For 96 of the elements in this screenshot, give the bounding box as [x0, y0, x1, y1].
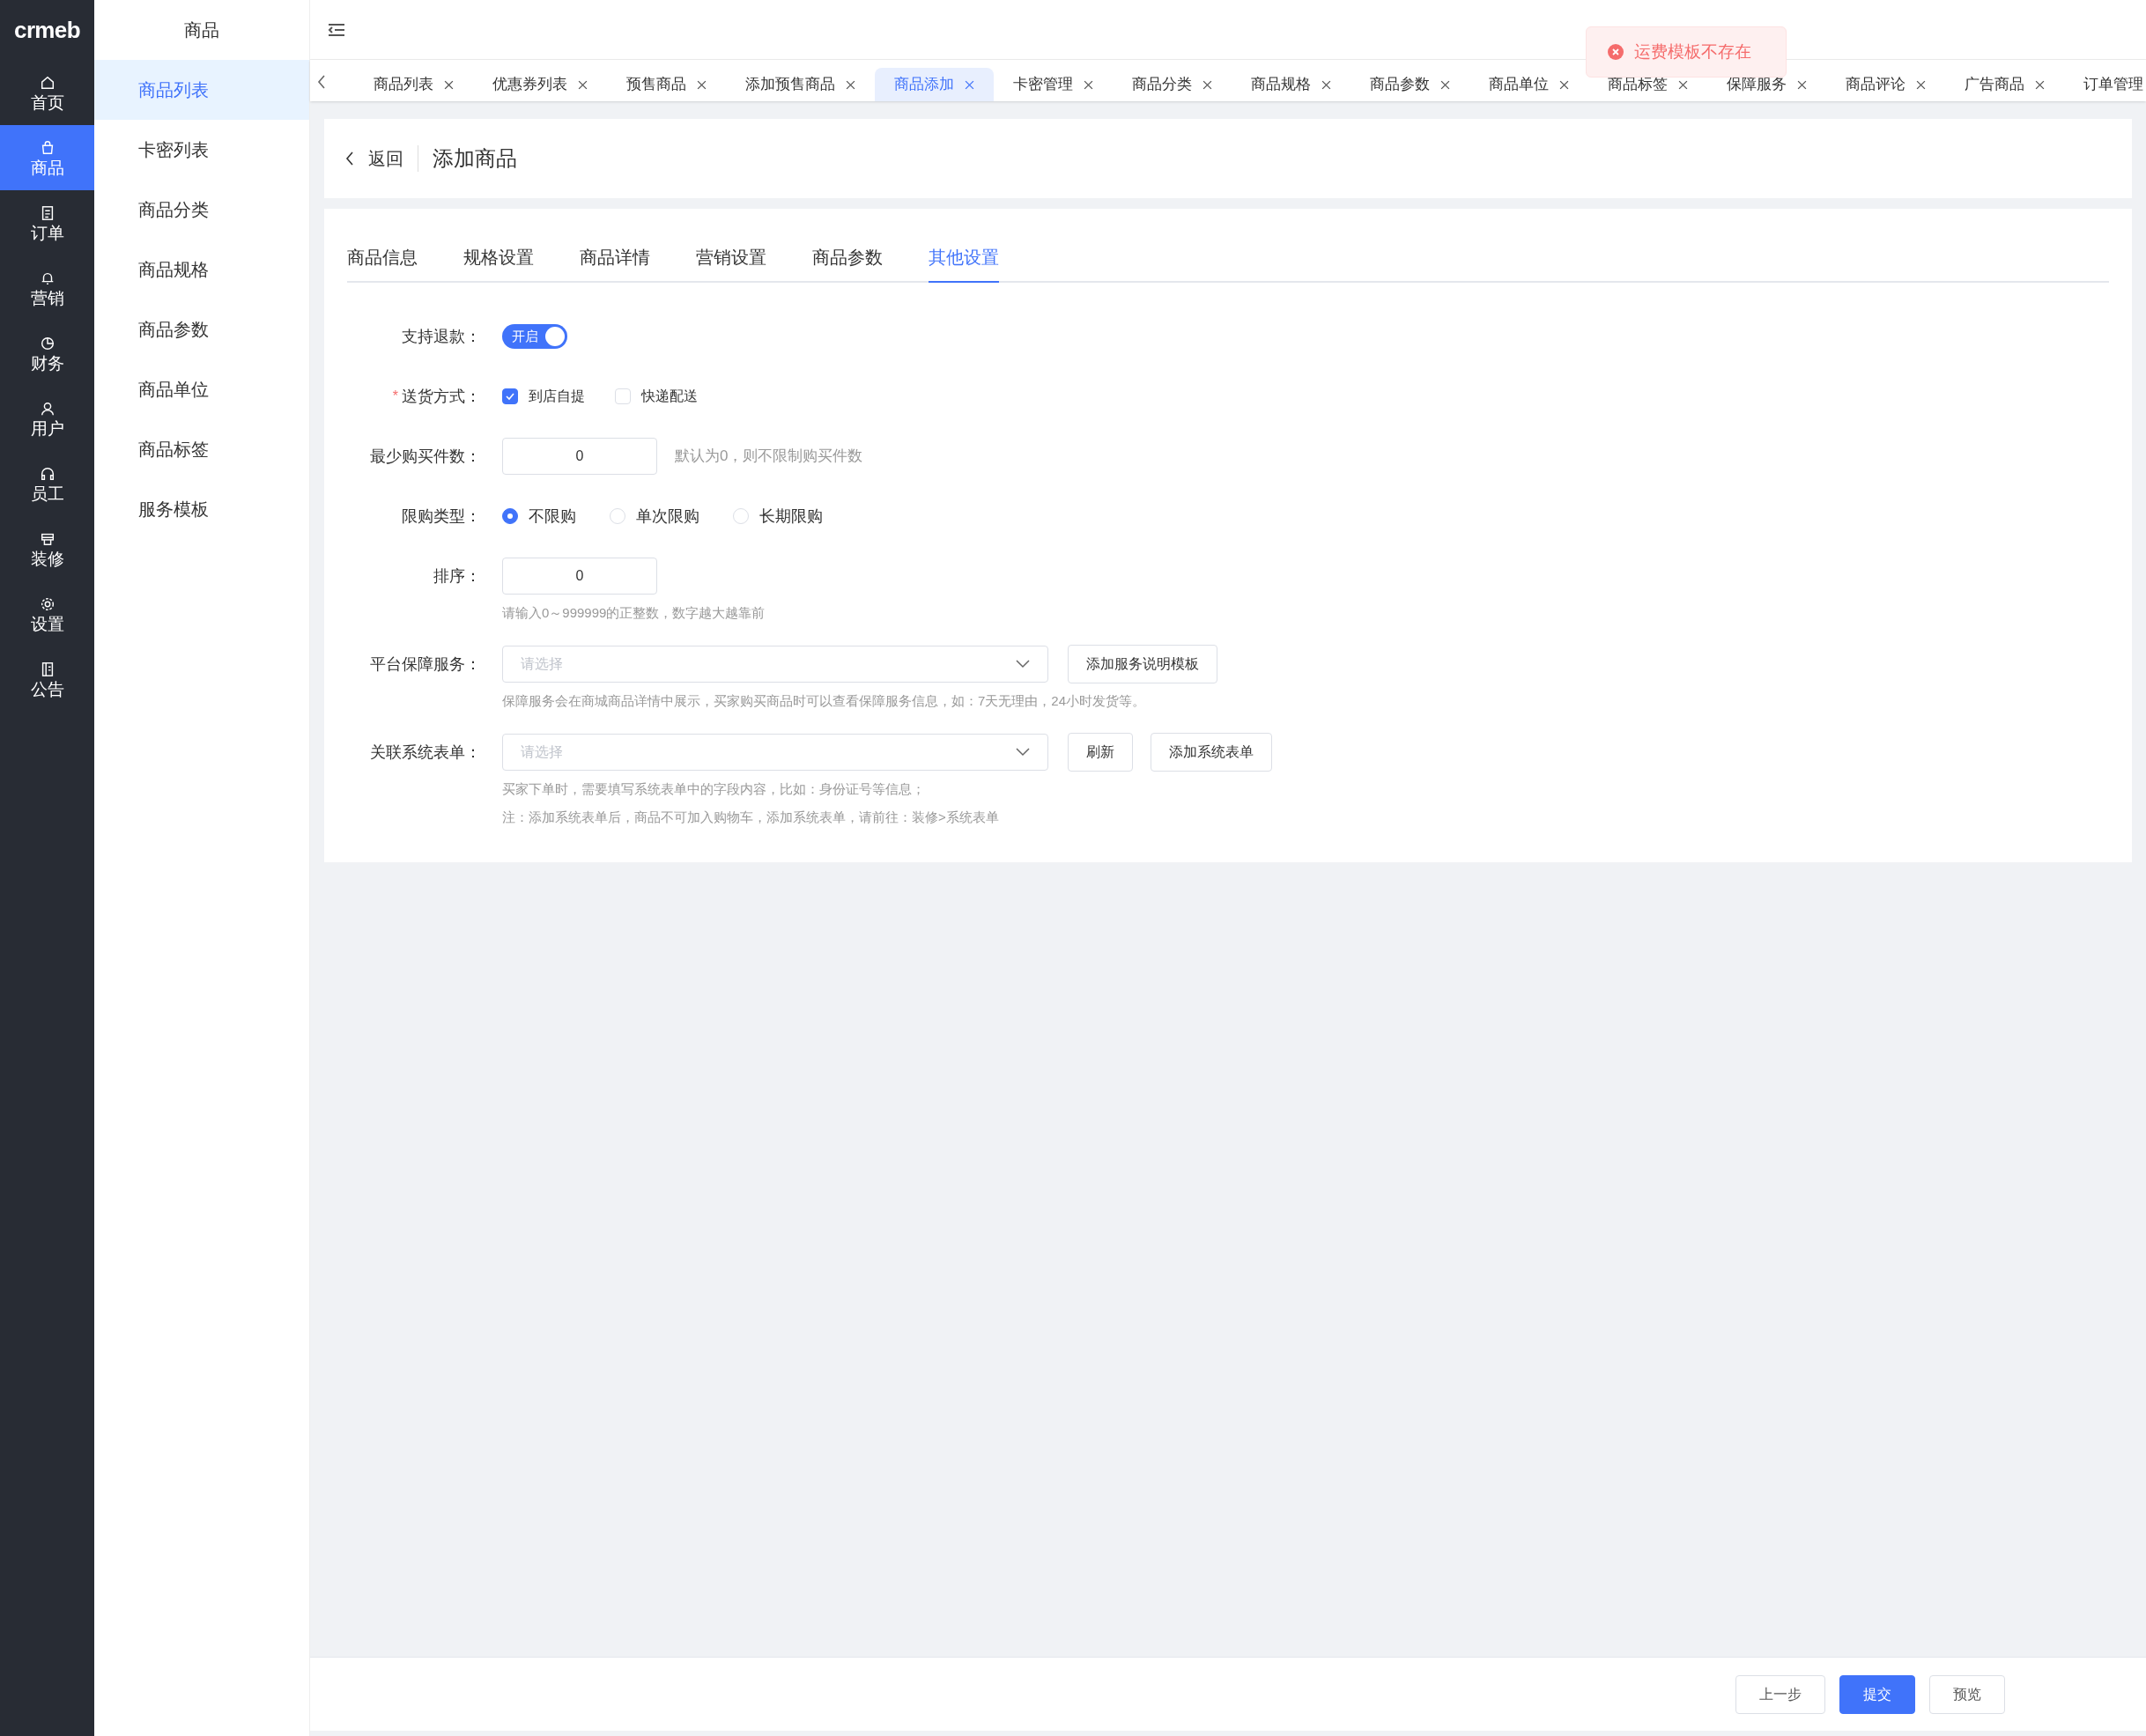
page-tab[interactable]: 广告商品: [1945, 68, 2064, 101]
radio-label: 不限购: [529, 506, 576, 527]
number-field[interactable]: 0: [502, 558, 657, 595]
submenu-item[interactable]: 商品分类: [94, 180, 309, 240]
headset-icon: [39, 465, 56, 482]
close-icon[interactable]: [578, 79, 588, 90]
back-link[interactable]: 返回: [368, 145, 418, 172]
form-button[interactable]: 添加系统表单: [1151, 733, 1272, 772]
page-tab[interactable]: 商品评论: [1826, 68, 1945, 101]
radio-button[interactable]: [502, 508, 518, 524]
user-icon: [39, 400, 56, 417]
required-mark: *: [392, 388, 398, 405]
home-icon: [39, 74, 56, 91]
checkmark-icon: [505, 391, 515, 402]
field-hint: 保障服务会在商城商品详情中展示，买家购买商品时可以查看保障服务信息，如：7天无理由，24小时发货等。: [502, 692, 1147, 710]
submenu-item[interactable]: 服务模板: [94, 479, 309, 539]
close-icon[interactable]: [697, 79, 707, 90]
checkbox-label: 快递配送: [641, 388, 698, 405]
page-tab[interactable]: 卡密管理: [994, 68, 1113, 101]
radio-label: 长期限购: [759, 506, 823, 527]
submenu-item[interactable]: 商品单位: [94, 359, 309, 419]
footer-button[interactable]: 预览: [1929, 1674, 2005, 1714]
pie-chart-icon: [39, 335, 56, 351]
page-tab[interactable]: 预售商品: [607, 68, 726, 101]
field-hint: 请输入0～999999的正整数，数字越大越靠前: [502, 604, 766, 622]
close-icon[interactable]: [1440, 79, 1450, 90]
gear-icon: [39, 595, 56, 612]
page-tab[interactable]: 添加预售商品: [726, 68, 875, 101]
page-tab[interactable]: 商品规格: [1232, 68, 1350, 101]
page-tab[interactable]: 订单管理: [2064, 68, 2146, 101]
nav-item[interactable]: 商品: [0, 125, 94, 190]
error-icon: [1608, 44, 1624, 60]
submenu-item[interactable]: 商品参数: [94, 299, 309, 359]
form-button[interactable]: 刷新: [1068, 733, 1133, 772]
checkbox-label: 到店自提: [529, 388, 585, 405]
form-button[interactable]: 添加服务说明模板: [1068, 645, 1217, 683]
page-tab[interactable]: 商品单位: [1469, 68, 1588, 101]
nav-item[interactable]: 装修: [0, 516, 94, 581]
close-icon[interactable]: [965, 79, 974, 90]
footer-button[interactable]: 提交: [1839, 1674, 1915, 1714]
close-icon[interactable]: [2035, 79, 2045, 90]
error-toast: 运费模板不存在: [1586, 26, 1787, 78]
form-tab[interactable]: 商品详情: [580, 244, 650, 283]
nav-item[interactable]: 营销: [0, 255, 94, 321]
form-tab[interactable]: 商品参数: [812, 244, 883, 283]
field-hint: 默认为0，则不限制购买件数: [675, 447, 863, 467]
field-hint: 买家下单时，需要填写系统表单中的字段内容，比如：身份证号等信息；: [502, 780, 926, 798]
page-tab[interactable]: 商品分类: [1113, 68, 1232, 101]
scroll-left-icon[interactable]: [317, 75, 326, 89]
logo: crmeb: [14, 15, 80, 45]
field-hint: 注：添加系统表单后，商品不可加入购物车，添加系统表单，请前往：装修>系统表单: [502, 809, 1000, 826]
nav-item[interactable]: 订单: [0, 190, 94, 255]
field-label: 关联系统表单：: [370, 742, 481, 763]
submenu-item[interactable]: 商品标签: [94, 419, 309, 479]
refund-toggle[interactable]: 开启: [502, 324, 567, 349]
close-icon[interactable]: [1797, 79, 1807, 90]
nav-item[interactable]: 首页: [0, 60, 94, 125]
submenu-item[interactable]: 卡密列表: [94, 120, 309, 180]
field-label: 平台保障服务：: [370, 654, 481, 675]
close-icon[interactable]: [1678, 79, 1688, 90]
field-label: 排序：: [433, 565, 481, 587]
nav-item[interactable]: 用户: [0, 386, 94, 451]
field-label: 送货方式：: [402, 386, 481, 407]
chevron-down-icon: [1016, 748, 1030, 757]
nav-item[interactable]: 公告: [0, 646, 94, 712]
chevron-down-icon: [1016, 660, 1030, 669]
menu-fold-icon[interactable]: [328, 22, 345, 37]
close-icon[interactable]: [1916, 79, 1926, 90]
form-tab[interactable]: 营销设置: [696, 244, 766, 283]
page-tab[interactable]: 优惠券列表: [473, 68, 607, 101]
nav-item[interactable]: 设置: [0, 581, 94, 646]
nav-item[interactable]: 财务: [0, 321, 94, 386]
field-label: 限购类型：: [402, 506, 481, 527]
number-field[interactable]: 0: [502, 438, 657, 475]
field-label: 支持退款：: [402, 326, 481, 347]
page-title: 添加商品: [433, 145, 517, 172]
page-tab[interactable]: 商品添加: [875, 68, 994, 101]
nav-item[interactable]: 员工: [0, 451, 94, 516]
field-label: 最少购买件数：: [370, 446, 481, 467]
close-icon[interactable]: [444, 79, 454, 90]
form-tab[interactable]: 规格设置: [463, 244, 534, 283]
form-tab[interactable]: 其他设置: [929, 244, 999, 283]
submenu-item[interactable]: 商品规格: [94, 240, 309, 299]
submenu-title: 商品: [184, 19, 219, 41]
close-icon[interactable]: [1084, 79, 1093, 90]
radio-label: 单次限购: [636, 506, 699, 527]
close-icon[interactable]: [1202, 79, 1212, 90]
form-tab[interactable]: 商品信息: [347, 244, 418, 283]
close-icon[interactable]: [846, 79, 855, 90]
checkbox[interactable]: [502, 388, 518, 404]
footer-button[interactable]: 上一步: [1735, 1674, 1825, 1714]
page-tab[interactable]: 商品参数: [1350, 68, 1469, 101]
close-icon[interactable]: [1559, 79, 1569, 90]
close-icon[interactable]: [1321, 79, 1331, 90]
submenu-item[interactable]: 商品列表: [94, 60, 309, 120]
page-tab[interactable]: 商品列表: [354, 68, 473, 101]
